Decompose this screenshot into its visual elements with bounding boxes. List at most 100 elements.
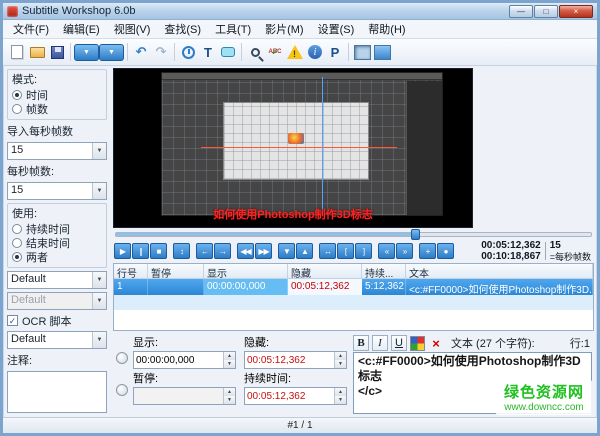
clear-format-button[interactable]: ×: [428, 336, 444, 351]
photoshop-canvas: [223, 102, 369, 180]
open-file-button[interactable]: [27, 42, 47, 62]
ocr-script-combo[interactable]: Default ▼: [7, 331, 107, 349]
set-end-button[interactable]: ]: [355, 243, 372, 259]
menu-view[interactable]: 视图(V): [107, 19, 158, 39]
spin-down-icon[interactable]: ▼: [335, 396, 346, 404]
save-subtitle-dropdown[interactable]: ▼: [99, 44, 124, 61]
move-subtitle-button[interactable]: ↔: [319, 243, 336, 259]
save-button[interactable]: [47, 42, 67, 62]
fps-combo[interactable]: 15 ▼: [7, 182, 107, 200]
menu-edit[interactable]: 编辑(E): [56, 19, 107, 39]
stop-button[interactable]: ■: [150, 243, 167, 259]
play-button[interactable]: ▶: [114, 243, 131, 259]
video-display[interactable]: 如何使用Photoshop制作3D标志: [113, 68, 473, 228]
close-button[interactable]: ×: [559, 5, 593, 18]
spin-down-icon[interactable]: ▼: [224, 360, 235, 368]
error-check-button[interactable]: !: [285, 42, 305, 62]
table-row[interactable]: 1 00:00:00,000 00:05:12,362 5:12,362 <c:…: [114, 279, 593, 295]
information-button[interactable]: i: [305, 42, 325, 62]
duration-spinner[interactable]: 00:05:12,362 ▲▼: [244, 387, 347, 405]
column-header-text[interactable]: 文本: [406, 264, 593, 278]
pause-time-icon[interactable]: [116, 384, 128, 396]
menu-movie[interactable]: 影片(M): [258, 19, 311, 39]
menu-tools[interactable]: 工具(T): [208, 19, 258, 39]
preview-button[interactable]: P: [325, 42, 345, 62]
use-endtime-radio[interactable]: 结束时间: [12, 236, 102, 250]
comment-button[interactable]: [218, 42, 238, 62]
search-icon: [251, 48, 260, 57]
column-header-num[interactable]: 行号: [114, 264, 148, 278]
forward-button[interactable]: ▶▶: [255, 243, 272, 259]
minimize-button[interactable]: —: [509, 5, 533, 18]
right-area: 如何使用Photoshop制作3D标志 ▶ ∥ ■ ↕ ← →: [111, 66, 597, 417]
input-fps-combo[interactable]: 15 ▼: [7, 142, 107, 160]
spin-up-icon[interactable]: ▲: [224, 352, 235, 360]
spellcheck-button[interactable]: ABC✓: [265, 42, 285, 62]
hide-time-spinner[interactable]: 00:05:12,362 ▲▼: [244, 351, 347, 369]
menu-search[interactable]: 查找(S): [157, 19, 208, 39]
show-time-spinner[interactable]: 00:00:00,000 ▲▼: [133, 351, 236, 369]
prev-subtitle-button[interactable]: ←: [196, 243, 213, 259]
spin-down-icon[interactable]: ▼: [335, 360, 346, 368]
font-color-icon[interactable]: [410, 336, 425, 351]
ocr-script-checkbox[interactable]: ✓ OCR 脚本: [7, 313, 107, 328]
translator-mode-toggle[interactable]: [372, 42, 392, 62]
redo-button[interactable]: ↷: [151, 42, 171, 62]
clock-icon: [182, 46, 195, 59]
column-header-show[interactable]: 显示: [204, 264, 288, 278]
use-both-radio[interactable]: 两者: [12, 250, 102, 264]
bold-button[interactable]: B: [353, 335, 369, 351]
next-subtitle-button[interactable]: →: [214, 243, 231, 259]
spin-down-icon[interactable]: ▼: [224, 396, 235, 404]
spin-up-icon[interactable]: ▲: [335, 388, 346, 396]
cell-text: <c:#FF0000>如何使用Photoshop制作3D...: [406, 279, 593, 295]
add-sync-point-button[interactable]: +: [419, 243, 436, 259]
subtitle-list: 行号 暂停 显示 隐藏 持续... 文本 1 00:00:00,000 00:0…: [113, 263, 594, 331]
new-file-icon: [11, 45, 23, 59]
slower-button[interactable]: ▼: [278, 243, 295, 259]
column-header-hide[interactable]: 隐藏: [288, 264, 362, 278]
end-point-button[interactable]: »: [396, 243, 413, 259]
show-time-icon[interactable]: [116, 352, 128, 364]
style-primary-combo[interactable]: Default ▼: [7, 271, 107, 289]
mode-time-radio[interactable]: 时间: [12, 88, 102, 102]
text-mode-button[interactable]: T: [198, 42, 218, 62]
new-file-button[interactable]: [7, 42, 27, 62]
total-time: 00:10:18,867: [481, 251, 541, 263]
start-point-button[interactable]: «: [378, 243, 395, 259]
time-display: 00:05:12,362 00:10:18,867 15 =每秒帧数: [481, 240, 593, 263]
set-start-button[interactable]: [: [337, 243, 354, 259]
spin-up-icon[interactable]: ▲: [335, 352, 346, 360]
pause-time-spinner[interactable]: ▲▼: [133, 387, 236, 405]
scroll-list-toggle[interactable]: ↕: [173, 243, 190, 259]
notes-textarea[interactable]: [7, 371, 107, 413]
menu-file[interactable]: 文件(F): [6, 19, 56, 39]
load-subtitle-dropdown[interactable]: ▼: [74, 44, 99, 61]
checkbox-check-icon: ✓: [7, 315, 18, 326]
faster-button[interactable]: ▲: [296, 243, 313, 259]
undo-button[interactable]: ↶: [131, 42, 151, 62]
italic-button[interactable]: I: [372, 335, 388, 351]
maximize-button[interactable]: □: [534, 5, 558, 18]
time-mode-button[interactable]: [178, 42, 198, 62]
video-preview-toggle[interactable]: [352, 42, 372, 62]
timing-icons: [115, 334, 129, 414]
mode-frames-radio[interactable]: 帧数: [12, 102, 102, 116]
ocr-script-label: OCR 脚本: [22, 313, 72, 329]
search-button[interactable]: [245, 42, 265, 62]
mark-button[interactable]: ●: [437, 243, 454, 259]
rewind-button[interactable]: ◀◀: [237, 243, 254, 259]
menubar: 文件(F) 编辑(E) 视图(V) 查找(S) 工具(T) 影片(M) 设置(S…: [3, 20, 597, 39]
column-header-duration[interactable]: 持续...: [362, 264, 406, 278]
column-header-pause[interactable]: 暂停: [148, 264, 204, 278]
seek-slider-track[interactable]: [115, 232, 592, 237]
line-indicator: 行:1: [570, 335, 590, 351]
use-duration-radio[interactable]: 持续时间: [12, 222, 102, 236]
seek-slider-thumb[interactable]: [411, 229, 420, 240]
menu-settings[interactable]: 设置(S): [311, 19, 362, 39]
ocr-script-value: Default: [8, 332, 92, 348]
underline-button[interactable]: U: [391, 335, 407, 351]
pause-button[interactable]: ∥: [132, 243, 149, 259]
menu-help[interactable]: 帮助(H): [361, 19, 412, 39]
spin-up-icon[interactable]: ▲: [224, 388, 235, 396]
